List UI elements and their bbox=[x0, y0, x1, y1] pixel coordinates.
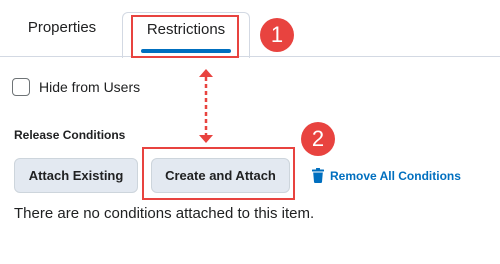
callout-badge-2: 2 bbox=[301, 122, 335, 156]
attach-existing-button[interactable]: Attach Existing bbox=[14, 158, 138, 193]
remove-all-conditions-label: Remove All Conditions bbox=[330, 168, 461, 183]
hide-from-users-checkbox[interactable] bbox=[12, 78, 30, 96]
tab-bar: Properties Restrictions bbox=[0, 0, 500, 58]
remove-all-conditions-link[interactable]: Remove All Conditions bbox=[312, 168, 461, 183]
tab-properties-label: Properties bbox=[27, 18, 97, 36]
hide-from-users-row: Hide from Users bbox=[12, 78, 140, 96]
tab-divider bbox=[0, 56, 500, 57]
callout-highlight-create-attach bbox=[142, 147, 295, 200]
trash-icon bbox=[312, 168, 324, 183]
hide-from-users-label: Hide from Users bbox=[39, 79, 141, 95]
release-conditions-heading: Release Conditions bbox=[14, 128, 126, 142]
callout-highlight-restrictions bbox=[131, 15, 239, 58]
callout-connector-arrow bbox=[199, 69, 213, 143]
tab-properties[interactable]: Properties bbox=[14, 10, 110, 56]
no-conditions-message: There are no conditions attached to this… bbox=[14, 205, 315, 222]
callout-badge-1: 1 bbox=[260, 18, 294, 52]
